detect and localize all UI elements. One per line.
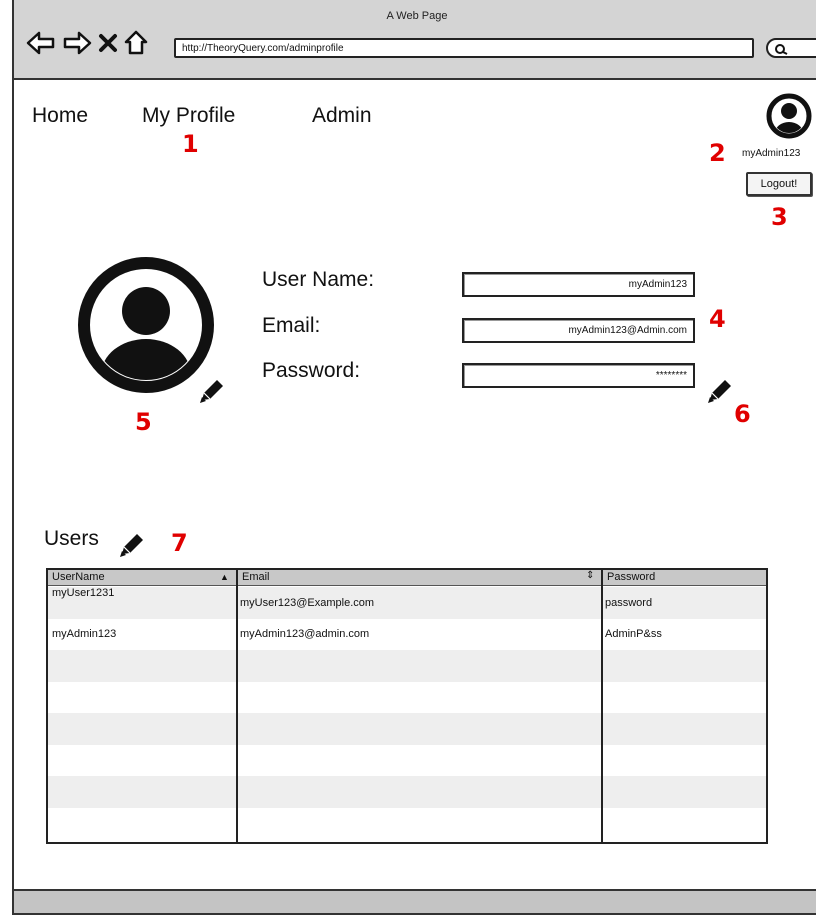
back-arrow-icon[interactable] [26, 30, 56, 56]
column-divider [601, 570, 603, 842]
edit-avatar-pencil-icon[interactable] [197, 376, 227, 406]
users-table-header: UserName ▲ Email ⇕ Password [48, 570, 766, 586]
cell-password: AdminP&ss [605, 627, 662, 640]
url-input[interactable]: http://TheoryQuery.com/adminprofile [174, 38, 754, 58]
profile-avatar-icon [78, 257, 214, 393]
nav-my-profile-link[interactable]: My Profile [142, 104, 235, 128]
column-header-email[interactable]: Email [238, 570, 270, 586]
column-divider [236, 570, 238, 842]
annotation-marker-1: 1 [182, 130, 199, 158]
users-section-title: Users [44, 527, 99, 550]
browser-nav-buttons [26, 30, 148, 56]
nav-home-link[interactable]: Home [32, 104, 88, 128]
empty-table-row [48, 745, 766, 777]
annotation-marker-4: 4 [709, 305, 726, 333]
annotation-marker-6: 6 [734, 400, 751, 428]
username-label: User Name: [262, 268, 375, 291]
browser-search-field[interactable] [766, 38, 816, 58]
window-title: A Web Page [386, 10, 448, 22]
edit-profile-pencil-icon[interactable] [705, 376, 735, 406]
cell-username: myAdmin123 [52, 627, 117, 640]
cell-email: myUser123@Example.com [240, 597, 375, 609]
current-username: myAdmin123 [742, 148, 801, 159]
empty-table-row [48, 650, 766, 682]
sort-toggle-icon[interactable]: ⇕ [586, 570, 594, 581]
email-field[interactable]: myAdmin123@Admin.com [462, 318, 695, 343]
username-field[interactable]: myAdmin123 [462, 272, 695, 297]
empty-table-row [48, 808, 766, 840]
cell-username: myUser1231 [52, 587, 115, 599]
profile-avatar [78, 257, 214, 398]
table-row[interactable]: myUser1231 myUser123@Example.com passwor… [48, 587, 766, 619]
column-header-username[interactable]: UserName [48, 570, 105, 586]
annotation-marker-7: 7 [171, 529, 188, 557]
forward-arrow-icon[interactable] [62, 30, 92, 56]
browser-chrome: A Web Page http://TheoryQuery.com/adminp… [14, 0, 816, 80]
search-icon [775, 44, 788, 55]
cell-password: password [605, 597, 653, 609]
password-field[interactable]: ******** [462, 363, 695, 388]
table-row[interactable]: myAdmin123 myAdmin123@admin.com AdminP&s… [48, 619, 766, 651]
column-header-password[interactable]: Password [603, 570, 655, 586]
annotation-marker-2: 2 [709, 139, 726, 167]
empty-table-row [48, 776, 766, 808]
annotation-marker-3: 3 [771, 203, 788, 231]
nav-admin-link[interactable]: Admin [312, 104, 372, 128]
users-table: UserName ▲ Email ⇕ Password myUser1231 m… [46, 568, 768, 844]
sort-ascending-icon[interactable]: ▲ [220, 572, 229, 582]
empty-table-row [48, 713, 766, 745]
home-icon[interactable] [124, 30, 148, 56]
empty-table-row [48, 682, 766, 714]
annotation-marker-5: 5 [135, 408, 152, 436]
email-label: Email: [262, 314, 321, 337]
password-label: Password: [262, 359, 361, 382]
browser-status-bar [14, 889, 816, 913]
logout-button[interactable]: Logout! [746, 172, 812, 196]
stop-x-icon[interactable] [98, 32, 118, 54]
user-avatar-small[interactable] [764, 93, 814, 144]
browser-window: A Web Page http://TheoryQuery.com/adminp… [12, 0, 816, 915]
user-avatar-icon [766, 93, 812, 139]
cell-email: myAdmin123@admin.com [240, 627, 370, 640]
edit-users-pencil-icon[interactable] [117, 530, 147, 560]
